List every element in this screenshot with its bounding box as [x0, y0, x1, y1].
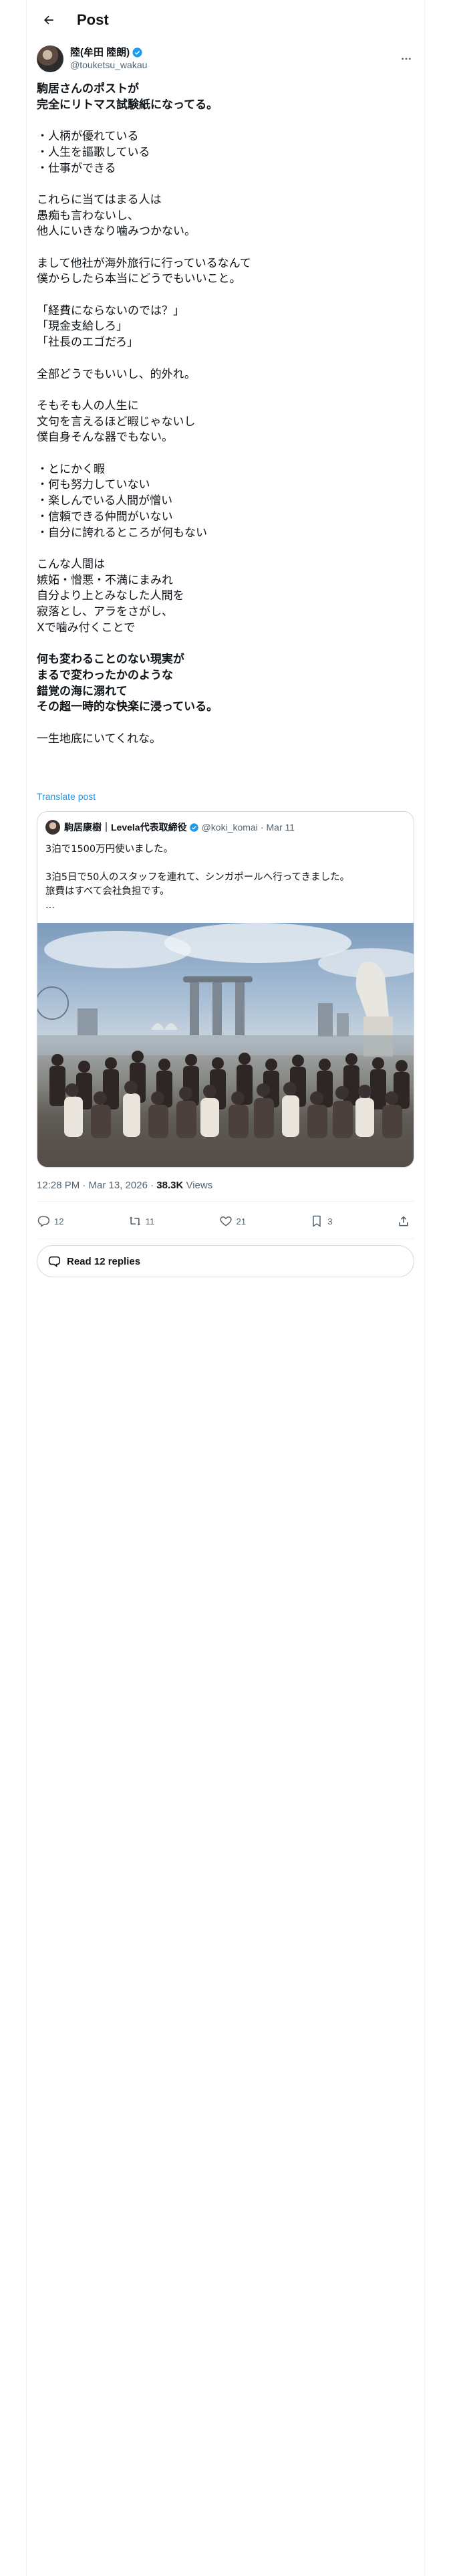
post-text-line: 完全にリトマス試験紙になってる。 [37, 98, 218, 112]
post-text-line [37, 383, 414, 399]
post-text-line: 何も変わることのない現実が [37, 653, 184, 667]
bookmark-count: 3 [327, 1216, 333, 1226]
post-text-line: そもそも人の人生に [37, 399, 139, 413]
author-name[interactable]: 陸(牟田 陸朗) [70, 46, 130, 59]
quoted-text-line: 旅費はすべて会社負担です。 [45, 886, 170, 897]
read-replies-label: Read 12 replies [67, 1255, 141, 1267]
post-text-line: 「現金支給しろ」 [37, 320, 128, 334]
post-text-line: 嫉妬・憎悪・不満にまみれ [37, 573, 173, 587]
post-text-line: ・仕事ができる [37, 161, 116, 175]
page-header: Post [26, 0, 425, 40]
share-button[interactable] [397, 1214, 414, 1228]
repost-count: 11 [145, 1216, 155, 1226]
views-label: Views [183, 1180, 213, 1191]
post-text-line: 駒居さんのポストが [37, 82, 139, 96]
post-text-line: こんな人間は [37, 557, 105, 571]
chat-bubbles-icon [48, 1256, 61, 1267]
reply-count: 12 [54, 1216, 64, 1226]
quoted-avatar [45, 820, 60, 835]
post-text-line: ・とにかく暇 [37, 462, 105, 476]
post-text-line: 僕からしたら本当にどうでもいいこと。 [37, 272, 241, 286]
post-text-line: 一生地底にいてくれな。 [37, 732, 161, 746]
post-text-line [37, 541, 414, 557]
post-text: 駒居さんのポストが完全にリトマス試験紙になってる。 ・人柄が優れている ・人生を謳歌… [37, 82, 414, 747]
post-text-line: ・何も努力していない [37, 478, 150, 492]
post-text-line [37, 636, 414, 652]
bookmark-icon [313, 1215, 321, 1227]
quoted-text-line: 3泊で1500万円使いました。 [45, 844, 174, 855]
action-bar: 12 11 21 3 [37, 1204, 414, 1239]
post-text-line: 全部どうでもいいし、的外れ。 [37, 367, 196, 381]
quoted-author-name: 駒居康樹｜Levela代表取締役 [64, 822, 187, 833]
post-text-line: 「社長のエゴだろ」 [37, 336, 138, 350]
page-title: Post [77, 11, 109, 28]
more-options-icon[interactable] [398, 51, 414, 67]
group-photo-illustration [37, 923, 414, 1167]
back-arrow-icon[interactable] [37, 8, 61, 32]
divider [37, 1201, 414, 1202]
post-text-line [37, 446, 414, 462]
post-author: 陸(牟田 陸朗) @touketsu_wakau [37, 44, 414, 74]
quoted-text-line [45, 857, 406, 871]
post-text-line: 自分より上とみなした人間を [37, 589, 184, 603]
post-text-line [37, 177, 414, 193]
post-text-line: これらに当てはまる人は [37, 193, 162, 207]
heart-icon [219, 1216, 232, 1226]
post-text-line: ・自分に誇れるところが何もない [37, 526, 207, 540]
like-button[interactable]: 21 [219, 1214, 246, 1228]
post-text-line: ・信頼できる仲間がいない [37, 510, 173, 524]
quoted-post[interactable]: 駒居康樹｜Levela代表取締役 @koki_komai · Mar 11 3泊… [37, 811, 414, 1168]
post-timestamp: 12:28 PM · Mar 13, 2026 · 38.3K Views [37, 1180, 212, 1191]
post-text-line: 文句を言えるほど暇じゃないし [37, 415, 196, 429]
avatar[interactable] [37, 45, 63, 72]
read-replies-button[interactable]: Read 12 replies [37, 1245, 414, 1277]
post-text-line: 寂落とし、アラをさがし、 [37, 605, 173, 619]
translate-post-link[interactable]: Translate post [37, 791, 96, 802]
reply-icon [37, 1216, 50, 1227]
repost-button[interactable]: 11 [128, 1214, 155, 1228]
quoted-handle: @koki_komai [201, 822, 258, 833]
post-text-line [37, 113, 414, 129]
post-text-line [37, 288, 414, 304]
quoted-text-line: 3泊5日で50人のスタッフを連れて、シンガポールへ行ってきました。 [45, 872, 350, 883]
repost-icon [129, 1216, 141, 1226]
author-handle[interactable]: @touketsu_wakau [70, 59, 147, 72]
post-text-line: 愚痴も言わないし、 [37, 209, 139, 223]
post-text-line: 他人にいきなり噛みつかない。 [37, 225, 196, 239]
post-text-line: まるで変わったかのような [37, 668, 173, 682]
post-text-line: ・人柄が優れている [37, 130, 139, 144]
post-text-line [37, 716, 414, 732]
group-photo-image[interactable] [37, 923, 414, 1167]
post-text-line: まして他社が海外旅行に行っているなんて [37, 256, 251, 270]
verified-badge-icon [189, 823, 198, 832]
post-text-line: ・人生を謳歌している [37, 145, 150, 159]
reply-button[interactable]: 12 [37, 1214, 63, 1228]
post-text-line: Xで噛み付くことで [37, 621, 136, 635]
bookmark-button[interactable]: 3 [310, 1214, 333, 1228]
post-text-line: 錯覚の海に溺れて [37, 684, 128, 698]
post-text-line [37, 240, 414, 256]
post-text-line: その超一時的な快楽に浸っている。 [37, 700, 218, 714]
like-count: 21 [236, 1216, 247, 1226]
views-count: 38.3K [156, 1180, 184, 1191]
post-text-line: 僕自身そんな器でもない。 [37, 431, 173, 445]
quoted-text: 3泊で1500万円使いました。 3泊5日で50人のスタッフを連れて、シンガポールへ… [45, 843, 406, 913]
post-text-line: 「経費にならないのでは？」 [37, 304, 184, 318]
post-text-line [37, 351, 414, 367]
quoted-text-line: ... [45, 900, 55, 911]
post-time[interactable]: 12:28 PM · Mar 13, 2026 · [37, 1180, 156, 1191]
verified-badge-icon [132, 47, 142, 58]
quoted-date: Mar 11 [266, 822, 295, 833]
share-icon [399, 1216, 408, 1226]
post-text-line: ・楽しんでいる人間が憎い [37, 494, 173, 508]
